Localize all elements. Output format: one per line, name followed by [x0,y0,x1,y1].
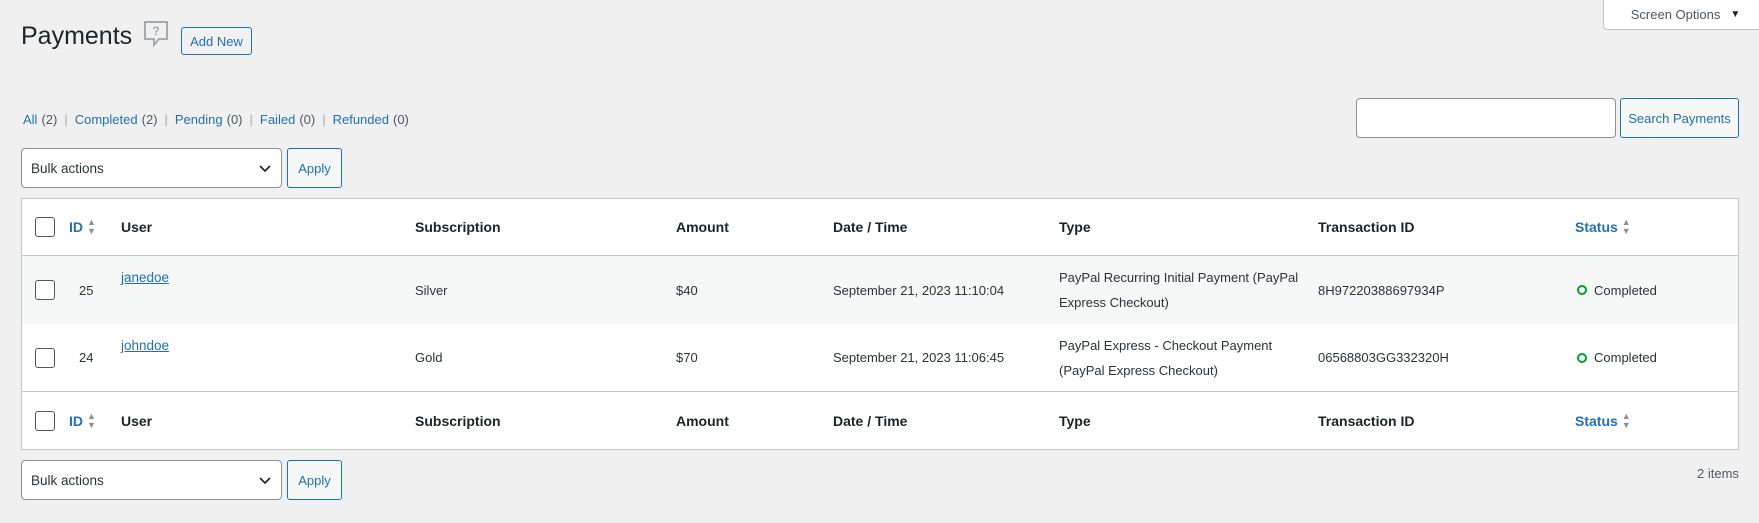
filter-refunded-link[interactable]: Refunded [333,112,389,127]
table-row: 24 johndoe Gold $70 September 21, 2023 1… [22,324,1738,391]
status-circle-icon [1577,352,1587,363]
search-payments-button[interactable]: Search Payments [1620,98,1739,138]
column-footer-user: User [121,412,153,429]
sort-icon: ▲ ▼ [87,217,96,236]
cell-status: Completed [1577,324,1657,391]
cell-type: PayPal Recurring Initial Payment (PayPal… [1059,256,1298,324]
caret-down-icon: ▼ [1730,9,1741,20]
chevron-down-icon [259,165,271,173]
user-link[interactable]: johndoe [121,338,169,353]
cell-type-line: Express Checkout) [1059,295,1169,310]
column-id-label: ID [69,219,83,235]
add-new-button[interactable]: Add New [181,27,252,55]
filter-failed[interactable]: Failed (0) [260,112,315,127]
cell-amount: $70 [676,350,698,365]
status-filters: All (2) | Completed (2) | Pending (0) | Fai… [23,112,409,127]
row-checkbox[interactable] [35,347,55,368]
column-footer-type: Type [1059,412,1091,429]
help-bubble-icon[interactable]: ? [143,20,169,48]
status-text: Completed [1594,282,1657,298]
column-footer-subscription: Subscription [415,412,501,429]
filter-count: (0) [226,112,243,127]
bulk-actions-selected: Bulk actions [31,472,104,488]
bulk-actions-select[interactable]: Bulk actions [21,148,282,188]
column-header-user: User [121,219,153,235]
column-header-status[interactable]: Status ▲ ▼ [1575,199,1631,255]
column-header-datetime: Date / Time [833,219,908,235]
column-header-subscription: Subscription [415,219,501,235]
column-header-type: Type [1059,219,1091,235]
filter-completed[interactable]: Completed (2) [75,112,158,127]
svg-text:?: ? [152,24,159,38]
apply-button-bottom[interactable]: Apply [287,460,342,500]
column-status-label: Status [1575,219,1618,235]
column-header-amount: Amount [676,219,729,235]
user-link[interactable]: janedoe [121,270,169,285]
filter-separator: | [249,112,253,127]
bulk-actions-selected: Bulk actions [31,160,104,176]
filter-separator: | [322,112,326,127]
column-footer-amount: Amount [676,412,729,429]
filter-pending-link[interactable]: Pending [175,112,223,127]
cell-type-line: PayPal Recurring Initial Payment (PayPal [1059,270,1299,285]
bulk-actions-select-bottom[interactable]: Bulk actions [21,460,282,500]
column-id-label: ID [69,412,83,429]
sort-icon: ▲ ▼ [1621,410,1631,430]
status-circle-icon [1577,285,1587,295]
filter-all-link[interactable]: All [23,112,37,127]
column-footer-status[interactable]: Status ▲ ▼ [1575,392,1631,449]
cell-datetime: September 21, 2023 11:10:04 [833,282,1005,298]
sort-icon: ▲ ▼ [87,410,96,430]
row-checkbox[interactable] [35,280,55,300]
filter-count: (2) [41,112,58,127]
chevron-down-icon [259,477,271,485]
filter-refunded[interactable]: Refunded (0) [333,112,409,127]
filter-separator: | [64,112,68,127]
search-input[interactable] [1356,98,1616,138]
cell-id: 24 [79,350,94,365]
cell-transaction-id: 06568803GG332320H [1318,350,1449,365]
cell-id: 25 [79,282,94,298]
screen-options-button[interactable]: Screen Options ▼ [1603,0,1759,30]
cell-amount: $40 [676,282,698,298]
filter-count: (0) [299,112,316,127]
filter-count: (0) [392,112,409,127]
cell-type-line: PayPal Express - Checkout Payment [1059,337,1273,353]
filter-pending[interactable]: Pending (0) [175,112,243,127]
column-footer-id[interactable]: ID ▲ ▼ [69,392,96,449]
column-status-label: Status [1575,412,1618,429]
filter-count: (2) [141,112,158,127]
select-all-checkbox[interactable] [35,410,55,431]
cell-subscription: Silver [415,282,448,298]
apply-button[interactable]: Apply [287,148,342,188]
filter-completed-link[interactable]: Completed [75,112,138,127]
cell-status: Completed [1577,256,1657,324]
cell-type-line: (PayPal Express Checkout) [1059,362,1218,378]
payments-table: ID ▲ ▼ User Subscription Amount Date / Tim… [21,198,1739,450]
page-title: Payments [21,22,133,50]
items-count: 2 items [1697,466,1739,481]
sort-icon: ▲ ▼ [1621,217,1631,236]
cell-datetime: September 21, 2023 11:06:45 [833,350,1005,365]
table-header-row: ID ▲ ▼ User Subscription Amount Date / Tim… [22,199,1738,256]
column-header-id[interactable]: ID ▲ ▼ [69,199,96,255]
select-all-checkbox[interactable] [35,217,55,237]
table-footer-row: ID ▲ ▼ User Subscription Amount Date / Tim… [22,391,1738,449]
cell-type: PayPal Express - Checkout Payment (PayPa… [1059,324,1272,391]
status-text: Completed [1594,350,1657,365]
column-footer-transaction-id: Transaction ID [1318,412,1415,429]
column-header-transaction-id: Transaction ID [1318,219,1415,235]
cell-subscription: Gold [415,350,443,365]
screen-options-label: Screen Options [1630,7,1721,22]
column-footer-datetime: Date / Time [833,412,908,429]
table-row: 25 janedoe Silver $40 September 21, 2023… [22,256,1738,324]
filter-failed-link[interactable]: Failed [260,112,295,127]
filter-separator: | [164,112,168,127]
filter-all[interactable]: All (2) [23,112,57,127]
cell-transaction-id: 8H97220388697934P [1318,282,1445,298]
